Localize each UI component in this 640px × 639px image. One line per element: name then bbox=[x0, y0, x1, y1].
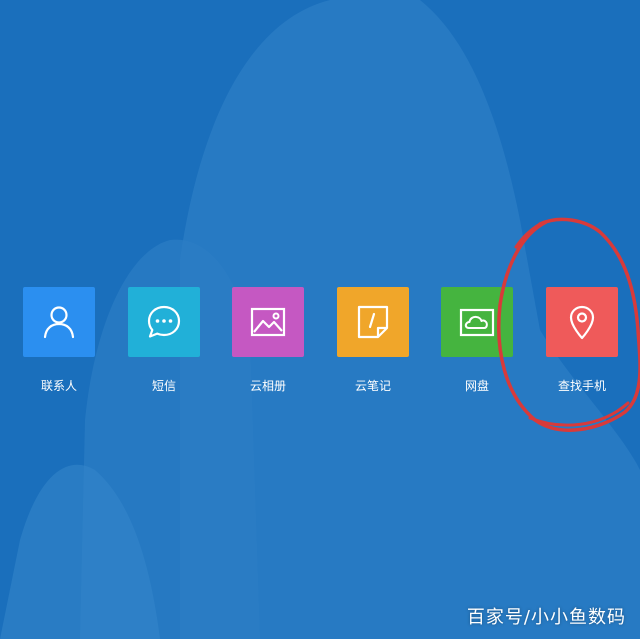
chat-bubble-icon bbox=[147, 305, 181, 338]
app-label: 联系人 bbox=[40, 379, 77, 393]
app-label: 云笔记 bbox=[354, 379, 391, 393]
app-tile[interactable] bbox=[23, 287, 95, 357]
app-tile[interactable] bbox=[128, 287, 200, 357]
app-tile[interactable] bbox=[232, 287, 304, 357]
app-label: 网盘 bbox=[464, 379, 489, 393]
app-tile[interactable] bbox=[546, 287, 618, 357]
watermark: 百家号/小小鱼数码 bbox=[466, 607, 626, 628]
app-grid: 联系人 短信 云相册 云笔记 网盘 查找手机 bbox=[0, 0, 640, 639]
app-tile[interactable] bbox=[441, 287, 513, 357]
app-label: 云相册 bbox=[249, 379, 286, 393]
image-icon bbox=[250, 307, 286, 337]
app-tile[interactable] bbox=[337, 287, 409, 357]
person-icon bbox=[43, 306, 75, 339]
note-icon bbox=[357, 305, 389, 339]
cloud-drive-icon bbox=[459, 308, 495, 337]
location-pin-icon bbox=[569, 305, 595, 340]
app-label: 短信 bbox=[151, 379, 176, 393]
app-label: 查找手机 bbox=[557, 379, 606, 393]
